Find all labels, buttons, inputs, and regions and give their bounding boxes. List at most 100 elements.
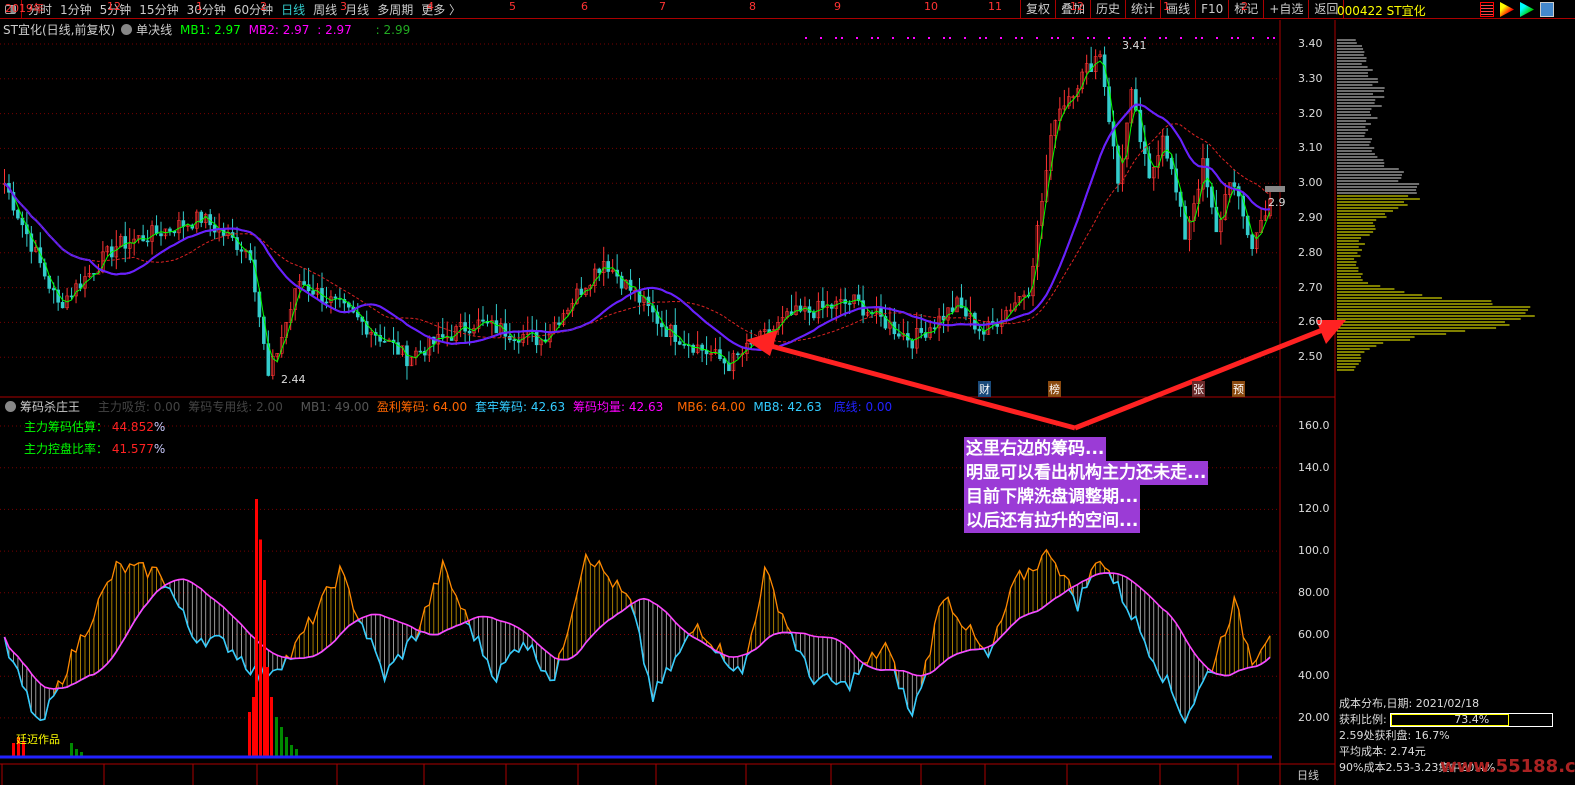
candle-body <box>910 339 915 349</box>
signal-dot <box>1195 37 1197 39</box>
candle-body <box>467 330 472 334</box>
candle-body <box>123 236 128 249</box>
signal-dot <box>892 37 894 39</box>
signal-dot <box>1072 37 1074 39</box>
volume-bar-green <box>285 737 288 757</box>
signal-dot <box>1021 37 1023 39</box>
candle-body <box>897 333 901 337</box>
sub-mb1-value: MB1: 49.00 <box>300 400 370 414</box>
candle-body <box>847 303 852 305</box>
last-price-tag <box>1265 186 1285 192</box>
profit-ratio-value: 73.4% <box>1454 713 1490 726</box>
sub-axis-label: 100.0 <box>1298 544 1330 558</box>
mb6-value: MB6: 64.00 <box>677 400 746 414</box>
candle-body <box>494 320 499 334</box>
date-axis-label: 12 <box>1070 0 1084 13</box>
event-marker[interactable]: 张 <box>1192 381 1205 397</box>
candle-body <box>534 331 539 346</box>
sub-indicator-name[interactable]: 筹码杀庄王 <box>20 400 80 414</box>
price-axis-label: 2.60 <box>1298 315 1323 329</box>
candle-body <box>440 334 445 338</box>
signal-dot <box>1231 37 1233 39</box>
candle-body <box>481 319 485 322</box>
candle-body <box>51 288 56 291</box>
trapped-chip-line <box>3 572 1271 725</box>
annotation-box: 这里右边的筹码... 明显可以看出机构主力还未走... 目前下牌洗盘调整期...… <box>964 437 1209 533</box>
date-axis-label: 1 <box>196 0 203 13</box>
watermark: www.55188.com <box>1440 756 1575 777</box>
bottom-line-value: 底线: 0.00 <box>833 400 893 414</box>
author-label: 廷迈作品 <box>16 733 60 746</box>
candle-body <box>302 281 306 285</box>
signal-dot <box>1237 37 1239 39</box>
candle-body <box>812 312 816 319</box>
profit-chip-line <box>3 548 1271 724</box>
candle-body <box>821 300 825 308</box>
annotation-line: 明显可以看出机构主力还未走... <box>964 461 1209 485</box>
signal-dot <box>1087 37 1089 39</box>
sub-chart-header: 筹码杀庄王 主力吸货: 0.00 筹码专用线: 2.00 MB1: 49.00 … <box>3 398 896 415</box>
main-chip-estimate: 主力筹码估算： 44.852% <box>24 418 165 435</box>
event-marker[interactable]: 榜 <box>1048 381 1061 397</box>
price-axis-label: 2.50 <box>1298 350 1323 364</box>
cost-title: 成本分布,日期: 2021/02/18 <box>1339 697 1480 710</box>
signal-dot <box>1051 37 1053 39</box>
price-axis-label: 3.00 <box>1298 176 1323 190</box>
stat-value: 44.852 <box>111 420 154 434</box>
profit-chip-value: 盈利筹码: 64.00 <box>376 400 468 414</box>
price-axis-label: 3.30 <box>1298 71 1323 85</box>
signal-dot <box>949 37 951 39</box>
signal-dot <box>1216 37 1218 39</box>
sub-axis-label: 80.00 <box>1298 585 1330 599</box>
signal-dot <box>1267 37 1269 39</box>
main-control-ratio: 主力控盘比率： 41.577% <box>24 440 165 457</box>
candle-body <box>324 301 329 304</box>
volume-bar-green <box>70 743 73 757</box>
signal-dot <box>985 37 987 39</box>
date-axis-label: 5 <box>509 0 516 13</box>
sub-axis-label: 60.00 <box>1298 627 1330 641</box>
event-marker[interactable]: 预 <box>1232 381 1245 397</box>
ma-down-line <box>3 103 1271 351</box>
candle-body <box>145 240 150 243</box>
candle-body <box>1250 234 1254 250</box>
price-axis-label: 3.40 <box>1298 37 1323 50</box>
signal-dot <box>820 37 822 39</box>
date-axis-label: 10 <box>924 0 938 13</box>
sub-axis-label: 40.00 <box>1298 669 1330 683</box>
candle-body <box>736 353 740 356</box>
candle-body <box>154 225 159 234</box>
mb8-value: MB8: 42.63 <box>753 400 822 414</box>
profit-ratio-label: 获利比例: <box>1339 713 1387 726</box>
sub-axis-label: 160.0 <box>1298 419 1330 432</box>
annotation-arrow <box>1074 324 1331 431</box>
signal-dot <box>856 37 858 39</box>
high-price-label: 3.41 <box>1122 39 1147 52</box>
price-axis-label: 3.20 <box>1298 106 1323 120</box>
candle-body <box>677 341 682 345</box>
candle-body <box>682 344 687 346</box>
price-axis-label: 2.70 <box>1298 280 1323 294</box>
volume-bar-red <box>248 712 251 757</box>
signal-dot <box>913 37 915 39</box>
stat-value: 41.577 <box>111 442 154 456</box>
candle-body <box>69 295 74 298</box>
candle-body <box>1232 182 1237 187</box>
signal-dot <box>1180 37 1182 39</box>
candle-body <box>660 323 664 328</box>
signal-dot <box>835 37 837 39</box>
volume-bar-red <box>259 539 262 757</box>
date-axis-label: 12 <box>107 0 121 13</box>
signal-dot <box>841 37 843 39</box>
signal-dot <box>1252 37 1254 39</box>
volume-bar-green <box>280 727 283 757</box>
chart-canvas[interactable] <box>0 0 1575 785</box>
stat-unit: % <box>153 442 166 456</box>
date-axis-label: 2 <box>1241 0 1248 13</box>
stat-label: 主力控盘比率： <box>24 442 109 456</box>
stat-unit: % <box>153 420 166 434</box>
indicator-dropdown-icon[interactable] <box>5 401 16 412</box>
signal-dot <box>979 37 981 39</box>
event-marker[interactable]: 财 <box>978 381 991 397</box>
date-axis-label: 3 <box>340 0 347 13</box>
